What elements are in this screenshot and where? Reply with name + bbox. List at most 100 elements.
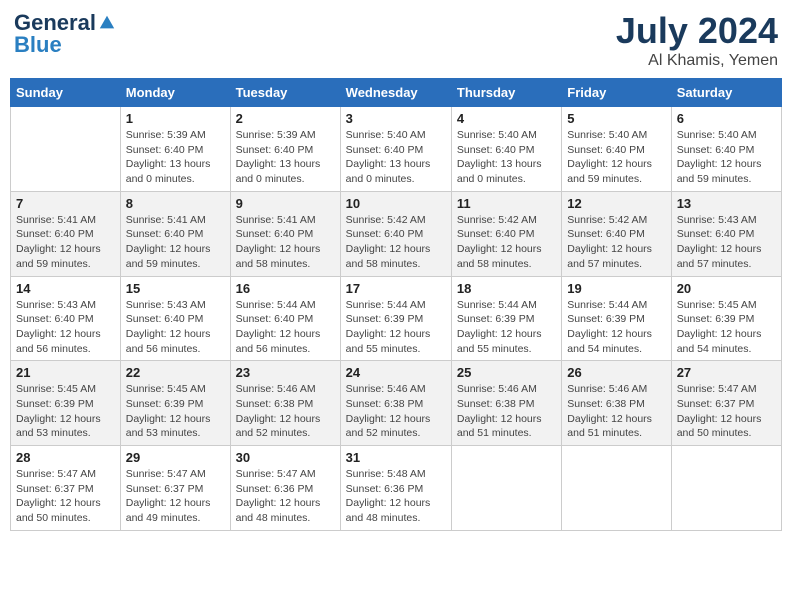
day-cell: 16 Sunrise: 5:44 AMSunset: 6:40 PMDayligh… — [230, 276, 340, 361]
day-info: Sunrise: 5:44 AMSunset: 6:39 PMDaylight:… — [457, 298, 556, 357]
day-info: Sunrise: 5:39 AMSunset: 6:40 PMDaylight:… — [126, 128, 225, 187]
day-number: 16 — [236, 281, 335, 296]
day-cell: 26 Sunrise: 5:46 AMSunset: 6:38 PMDayligh… — [562, 361, 671, 446]
day-info: Sunrise: 5:41 AMSunset: 6:40 PMDaylight:… — [126, 213, 225, 272]
day-number: 3 — [346, 111, 446, 126]
day-cell — [451, 446, 561, 531]
day-info: Sunrise: 5:43 AMSunset: 6:40 PMDaylight:… — [16, 298, 115, 357]
day-cell: 17 Sunrise: 5:44 AMSunset: 6:39 PMDayligh… — [340, 276, 451, 361]
day-number: 26 — [567, 365, 665, 380]
day-number: 22 — [126, 365, 225, 380]
day-number: 12 — [567, 196, 665, 211]
day-number: 4 — [457, 111, 556, 126]
day-cell: 23 Sunrise: 5:46 AMSunset: 6:38 PMDayligh… — [230, 361, 340, 446]
day-info: Sunrise: 5:45 AMSunset: 6:39 PMDaylight:… — [677, 298, 776, 357]
day-number: 14 — [16, 281, 115, 296]
location: Al Khamis, Yemen — [616, 52, 778, 70]
header-wednesday: Wednesday — [340, 79, 451, 107]
day-number: 31 — [346, 450, 446, 465]
header-friday: Friday — [562, 79, 671, 107]
day-cell: 2 Sunrise: 5:39 AMSunset: 6:40 PMDaylight… — [230, 107, 340, 192]
header-saturday: Saturday — [671, 79, 781, 107]
week-row-3: 14 Sunrise: 5:43 AMSunset: 6:40 PMDayligh… — [11, 276, 782, 361]
header-monday: Monday — [120, 79, 230, 107]
day-info: Sunrise: 5:39 AMSunset: 6:40 PMDaylight:… — [236, 128, 335, 187]
logo-blue: Blue — [14, 32, 62, 58]
day-cell: 12 Sunrise: 5:42 AMSunset: 6:40 PMDayligh… — [562, 191, 671, 276]
day-info: Sunrise: 5:42 AMSunset: 6:40 PMDaylight:… — [567, 213, 665, 272]
day-cell: 8 Sunrise: 5:41 AMSunset: 6:40 PMDaylight… — [120, 191, 230, 276]
day-cell — [11, 107, 121, 192]
day-cell: 7Sunrise: 5:41 AMSunset: 6:40 PMDaylight… — [11, 191, 121, 276]
calendar: SundayMondayTuesdayWednesdayThursdayFrid… — [10, 78, 782, 531]
day-info: Sunrise: 5:42 AMSunset: 6:40 PMDaylight:… — [346, 213, 446, 272]
day-cell: 9 Sunrise: 5:41 AMSunset: 6:40 PMDaylight… — [230, 191, 340, 276]
day-info: Sunrise: 5:48 AMSunset: 6:36 PMDaylight:… — [346, 467, 446, 526]
day-info: Sunrise: 5:41 AMSunset: 6:40 PMDaylight:… — [236, 213, 335, 272]
day-cell — [562, 446, 671, 531]
day-info: Sunrise: 5:44 AMSunset: 6:39 PMDaylight:… — [567, 298, 665, 357]
day-info: Sunrise: 5:47 AMSunset: 6:37 PMDaylight:… — [126, 467, 225, 526]
day-cell: 30 Sunrise: 5:47 AMSunset: 6:36 PMDayligh… — [230, 446, 340, 531]
page-header: General Blue July 2024 Al Khamis, Yemen — [10, 10, 782, 70]
day-number: 8 — [126, 196, 225, 211]
day-info: Sunrise: 5:47 AMSunset: 6:37 PMDaylight:… — [16, 467, 115, 526]
day-number: 5 — [567, 111, 665, 126]
day-number: 2 — [236, 111, 335, 126]
day-number: 1 — [126, 111, 225, 126]
day-number: 10 — [346, 196, 446, 211]
day-cell: 29 Sunrise: 5:47 AMSunset: 6:37 PMDayligh… — [120, 446, 230, 531]
day-number: 6 — [677, 111, 776, 126]
day-info: Sunrise: 5:40 AMSunset: 6:40 PMDaylight:… — [457, 128, 556, 187]
day-number: 21 — [16, 365, 115, 380]
day-cell: 5 Sunrise: 5:40 AMSunset: 6:40 PMDaylight… — [562, 107, 671, 192]
day-number: 23 — [236, 365, 335, 380]
day-number: 19 — [567, 281, 665, 296]
day-cell: 27 Sunrise: 5:47 AMSunset: 6:37 PMDayligh… — [671, 361, 781, 446]
day-cell: 15Sunrise: 5:43 AMSunset: 6:40 PMDayligh… — [120, 276, 230, 361]
day-number: 13 — [677, 196, 776, 211]
day-info: Sunrise: 5:40 AMSunset: 6:40 PMDaylight:… — [346, 128, 446, 187]
day-info: Sunrise: 5:40 AMSunset: 6:40 PMDaylight:… — [677, 128, 776, 187]
week-row-1: 1 Sunrise: 5:39 AMSunset: 6:40 PMDaylight… — [11, 107, 782, 192]
day-number: 29 — [126, 450, 225, 465]
title-block: July 2024 Al Khamis, Yemen — [616, 10, 778, 70]
day-number: 18 — [457, 281, 556, 296]
day-number: 15 — [126, 281, 225, 296]
logo-icon — [98, 14, 116, 32]
day-info: Sunrise: 5:47 AMSunset: 6:36 PMDaylight:… — [236, 467, 335, 526]
day-info: Sunrise: 5:41 AMSunset: 6:40 PMDaylight:… — [16, 213, 115, 272]
day-info: Sunrise: 5:40 AMSunset: 6:40 PMDaylight:… — [567, 128, 665, 187]
day-info: Sunrise: 5:44 AMSunset: 6:39 PMDaylight:… — [346, 298, 446, 357]
day-info: Sunrise: 5:46 AMSunset: 6:38 PMDaylight:… — [346, 382, 446, 441]
day-number: 9 — [236, 196, 335, 211]
day-cell: 21Sunrise: 5:45 AMSunset: 6:39 PMDayligh… — [11, 361, 121, 446]
day-cell — [671, 446, 781, 531]
day-cell: 4 Sunrise: 5:40 AMSunset: 6:40 PMDaylight… — [451, 107, 561, 192]
day-cell: 10 Sunrise: 5:42 AMSunset: 6:40 PMDayligh… — [340, 191, 451, 276]
logo: General Blue — [14, 10, 116, 58]
day-info: Sunrise: 5:45 AMSunset: 6:39 PMDaylight:… — [126, 382, 225, 441]
day-cell: 22 Sunrise: 5:45 AMSunset: 6:39 PMDayligh… — [120, 361, 230, 446]
header-sunday: Sunday — [11, 79, 121, 107]
day-info: Sunrise: 5:46 AMSunset: 6:38 PMDaylight:… — [236, 382, 335, 441]
day-number: 30 — [236, 450, 335, 465]
day-number: 20 — [677, 281, 776, 296]
day-info: Sunrise: 5:44 AMSunset: 6:40 PMDaylight:… — [236, 298, 335, 357]
day-cell: 13Sunrise: 5:43 AMSunset: 6:40 PMDayligh… — [671, 191, 781, 276]
day-info: Sunrise: 5:46 AMSunset: 6:38 PMDaylight:… — [567, 382, 665, 441]
day-cell: 19 Sunrise: 5:44 AMSunset: 6:39 PMDayligh… — [562, 276, 671, 361]
day-number: 17 — [346, 281, 446, 296]
day-cell: 3 Sunrise: 5:40 AMSunset: 6:40 PMDaylight… — [340, 107, 451, 192]
day-info: Sunrise: 5:47 AMSunset: 6:37 PMDaylight:… — [677, 382, 776, 441]
day-number: 25 — [457, 365, 556, 380]
day-number: 27 — [677, 365, 776, 380]
header-thursday: Thursday — [451, 79, 561, 107]
day-cell: 6 Sunrise: 5:40 AMSunset: 6:40 PMDaylight… — [671, 107, 781, 192]
day-number: 28 — [16, 450, 115, 465]
day-cell: 25 Sunrise: 5:46 AMSunset: 6:38 PMDayligh… — [451, 361, 561, 446]
day-cell: 20 Sunrise: 5:45 AMSunset: 6:39 PMDayligh… — [671, 276, 781, 361]
month-year: July 2024 — [616, 10, 778, 52]
day-cell: 28 Sunrise: 5:47 AMSunset: 6:37 PMDayligh… — [11, 446, 121, 531]
day-info: Sunrise: 5:46 AMSunset: 6:38 PMDaylight:… — [457, 382, 556, 441]
